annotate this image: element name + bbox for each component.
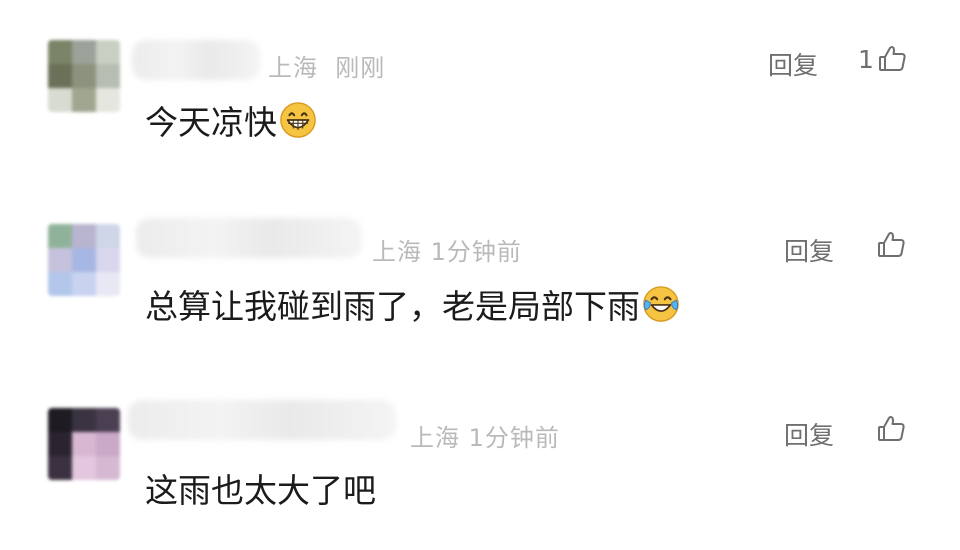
comment-item: 上海 1分钟前 回复 这雨也太大了吧 [0, 370, 960, 550]
thumbs-up-icon [878, 232, 905, 257]
username-blurred[interactable] [132, 40, 260, 80]
comment-time: 刚刚 [335, 54, 386, 82]
comment-item: 上海 刚刚 回复 1 今天凉快 [0, 0, 960, 180]
comment-text: 这雨也太大了吧 [145, 471, 376, 510]
reply-button[interactable]: 回复 [768, 46, 818, 82]
comment-time: 1分钟前 [430, 238, 522, 266]
avatar[interactable] [48, 408, 120, 480]
like-button[interactable] [876, 230, 906, 260]
comment-location: 上海 [372, 238, 422, 266]
username-blurred[interactable] [128, 400, 396, 440]
thumbs-up-icon [878, 46, 906, 71]
comment-time: 1分钟前 [468, 424, 560, 452]
thumbs-up-icon [878, 416, 905, 441]
grinning-face-icon [280, 102, 316, 138]
comment-meta: 上海 1分钟前 [410, 418, 560, 453]
username-blurred[interactable] [136, 218, 362, 258]
comment-meta: 上海 1分钟前 [372, 232, 522, 267]
comment-location: 上海 [268, 54, 318, 82]
comment-location: 上海 [410, 424, 460, 452]
like-button[interactable]: 1 [858, 44, 907, 74]
avatar[interactable] [48, 224, 120, 296]
comment-item: 上海 1分钟前 回复 总算让我碰到雨了，老是局部下雨 [0, 180, 960, 370]
like-button[interactable] [876, 414, 906, 444]
reply-button[interactable]: 回复 [784, 416, 834, 452]
reply-button[interactable]: 回复 [784, 232, 834, 268]
avatar[interactable] [48, 40, 120, 112]
comment-text: 今天凉快 [145, 96, 317, 144]
tears-of-joy-icon [643, 286, 679, 322]
comment-meta: 上海 刚刚 [268, 48, 385, 83]
comment-text: 总算让我碰到雨了，老是局部下雨 [145, 280, 680, 328]
like-count: 1 [858, 44, 874, 74]
